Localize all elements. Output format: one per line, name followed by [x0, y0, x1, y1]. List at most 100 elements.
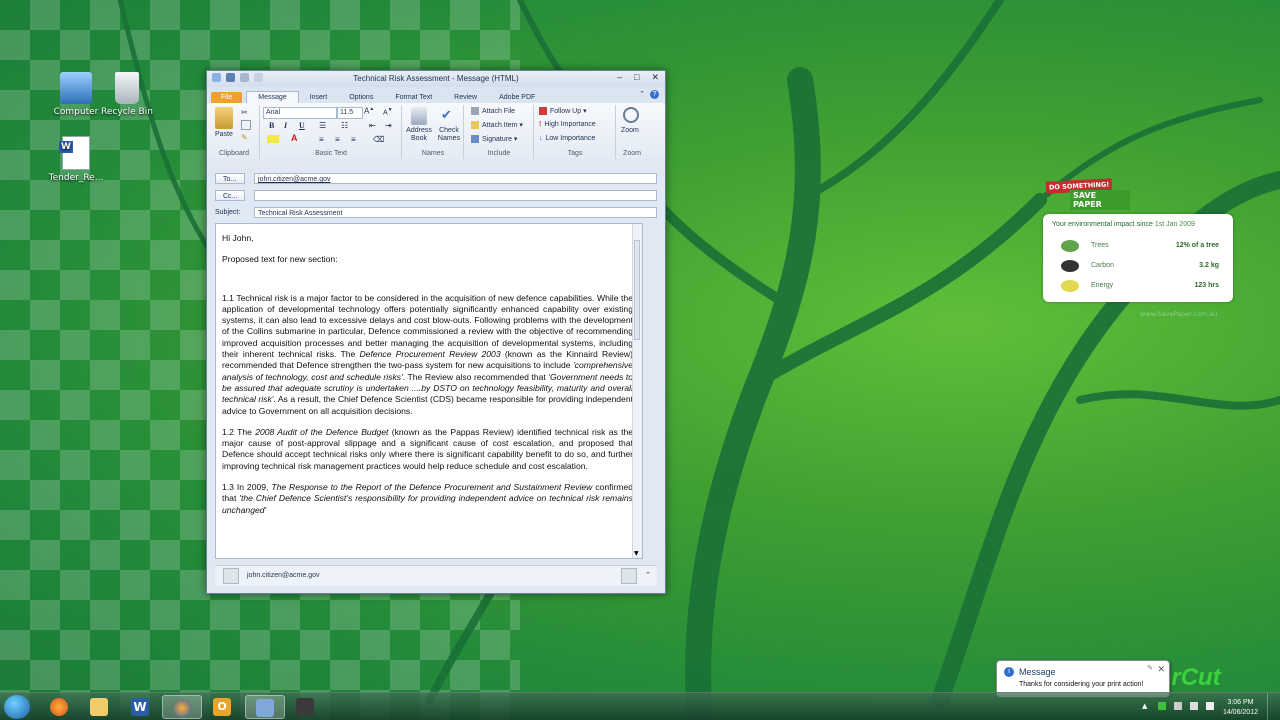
- tender-document-desktop-icon[interactable]: W Tender_Re...: [40, 136, 112, 183]
- signature-button[interactable]: Signature ▾: [471, 135, 517, 144]
- align-center-icon[interactable]: ≡: [335, 135, 340, 144]
- bullets-icon[interactable]: ☰: [319, 121, 326, 130]
- taskbar: W O ▲ 3:06 PM 14/06/2012: [0, 692, 1280, 720]
- bold-button[interactable]: B: [269, 121, 274, 130]
- carbon-value: 3.2 kg: [1199, 262, 1219, 269]
- increase-indent-icon[interactable]: ⇥: [385, 121, 392, 130]
- clipboard-group-label: Clipboard: [219, 150, 249, 157]
- taskbar-app[interactable]: [286, 695, 326, 719]
- attach-file-button[interactable]: Attach File: [471, 107, 515, 115]
- zoom-button[interactable]: Zoom: [621, 127, 639, 134]
- ribbon-tabs: File Message Insert Options Format Text …: [207, 87, 665, 103]
- tab-adobe-pdf[interactable]: Adobe PDF: [488, 92, 546, 103]
- people-pane-avatar: [621, 568, 637, 584]
- action-center-icon[interactable]: [1174, 702, 1182, 710]
- show-hidden-icons[interactable]: ▲: [1142, 702, 1150, 710]
- intro-line: Proposed text for new section:: [222, 254, 338, 265]
- envelope-icon: [471, 121, 479, 130]
- window-controls: – □ ✕: [617, 72, 659, 83]
- follow-up-button[interactable]: Follow Up ▾: [539, 107, 587, 116]
- papercut-tray-icon[interactable]: [1158, 702, 1166, 710]
- scroll-down-icon[interactable]: ▼: [634, 550, 639, 557]
- paragraph-1-3: 1.3 In 2009, The Response to the Report …: [222, 482, 633, 515]
- taskbar-explorer[interactable]: [80, 695, 120, 719]
- to-field[interactable]: john.citizen@acme.gov: [254, 173, 657, 184]
- subject-field[interactable]: Technical Risk Assessment: [254, 207, 657, 218]
- recycle-bin-desktop-icon[interactable]: Recycle Bin: [91, 72, 163, 117]
- tab-options[interactable]: Options: [338, 92, 384, 103]
- numbering-icon[interactable]: ☷: [341, 121, 348, 130]
- paste-button[interactable]: Paste: [215, 131, 233, 138]
- show-desktop-button[interactable]: [1267, 693, 1280, 720]
- magnifier-icon[interactable]: [623, 107, 639, 123]
- tab-message[interactable]: Message: [246, 91, 299, 103]
- paragraph-1-2: 1.2 The 2008 Audit of the Defence Budget…: [222, 426, 634, 471]
- close-icon[interactable]: ✕: [651, 72, 659, 83]
- cc-button[interactable]: Cc...: [215, 190, 245, 201]
- paste-icon[interactable]: [215, 107, 233, 129]
- low-importance-button[interactable]: ↓ Low Importance: [539, 135, 595, 142]
- check-names-button[interactable]: Check Names: [435, 127, 463, 143]
- title-bar: Technical Risk Assessment - Message (HTM…: [207, 71, 665, 87]
- widget-header: Your environmental impact since 1st Jan …: [1052, 221, 1195, 228]
- grow-font-icon[interactable]: A▲: [364, 106, 374, 116]
- save-paper-badge: DO SOMETHING! SAVE PAPER: [1045, 178, 1130, 210]
- check-names-icon[interactable]: ✔: [441, 107, 452, 123]
- taskbar-firefox[interactable]: [40, 695, 80, 719]
- expand-people-pane-icon[interactable]: ⌃: [645, 571, 651, 579]
- font-select[interactable]: Arial: [263, 107, 337, 119]
- clear-formatting-icon[interactable]: ⌫: [373, 135, 384, 144]
- font-color-icon[interactable]: A: [291, 133, 298, 143]
- volume-icon[interactable]: [1206, 702, 1214, 710]
- taskbar-browser[interactable]: [162, 695, 202, 719]
- body-scrollbar[interactable]: ▼: [632, 224, 642, 558]
- cc-field[interactable]: [254, 190, 657, 201]
- attach-item-button[interactable]: Attach Item ▾: [471, 121, 523, 130]
- paperclip-icon: [471, 107, 479, 115]
- underline-button[interactable]: U: [299, 121, 305, 130]
- include-group-label: Include: [487, 150, 511, 157]
- message-headers: To... john.citizen@acme.gov Cc... Subjec…: [207, 159, 665, 219]
- people-pane-contact[interactable]: john.citizen@acme.gov: [247, 572, 319, 579]
- italic-button[interactable]: I: [284, 121, 287, 130]
- taskbar-word[interactable]: W: [121, 695, 161, 719]
- cut-icon[interactable]: ✂: [241, 108, 248, 117]
- tab-format-text[interactable]: Format Text: [384, 92, 443, 103]
- highlight-icon[interactable]: [267, 135, 279, 143]
- clock[interactable]: 3:06 PM 14/06/2012: [1223, 698, 1258, 718]
- network-icon[interactable]: [1190, 702, 1198, 710]
- message-body[interactable]: Hi John, Proposed text for new section: …: [215, 223, 643, 559]
- high-importance-button[interactable]: ! High Importance: [539, 121, 596, 128]
- align-left-icon[interactable]: ≡: [319, 135, 324, 144]
- tab-insert[interactable]: Insert: [299, 92, 339, 103]
- scrollbar-thumb[interactable]: [634, 240, 640, 340]
- decrease-indent-icon[interactable]: ⇤: [369, 121, 376, 130]
- energy-label: Energy: [1091, 282, 1114, 289]
- address-book-button[interactable]: Address Book: [405, 127, 433, 143]
- align-right-icon[interactable]: ≡: [351, 135, 356, 144]
- minimize-ribbon-icon[interactable]: ⌃: [639, 90, 645, 98]
- widget-row-carbon: Carbon 3.2 kg: [1061, 259, 1219, 275]
- maximize-icon[interactable]: □: [634, 72, 639, 83]
- address-book-icon[interactable]: [411, 107, 427, 125]
- close-notification-icon[interactable]: ✕: [1157, 664, 1165, 675]
- notification-text: Thanks for considering your print action…: [1019, 681, 1144, 688]
- tab-file[interactable]: File: [211, 92, 243, 103]
- font-size-select[interactable]: 11.5: [337, 107, 363, 119]
- exclamation-icon: !: [539, 121, 542, 128]
- shrink-font-icon[interactable]: A▼: [383, 107, 393, 116]
- copy-icon[interactable]: [241, 120, 251, 130]
- taskbar-message-window[interactable]: [245, 695, 285, 719]
- tab-review[interactable]: Review: [443, 92, 488, 103]
- format-painter-icon[interactable]: ✎: [241, 133, 248, 142]
- widget-url[interactable]: www.SavePaper.com.au: [1140, 310, 1217, 318]
- pin-icon[interactable]: ✎: [1147, 664, 1153, 672]
- trees-value: 12% of a tree: [1175, 242, 1219, 249]
- start-button[interactable]: [4, 695, 30, 719]
- taskbar-outlook[interactable]: O: [203, 695, 243, 719]
- minimize-icon[interactable]: –: [617, 72, 622, 83]
- to-button[interactable]: To...: [215, 173, 245, 184]
- window-title: Technical Risk Assessment - Message (HTM…: [353, 74, 519, 83]
- include-group: Attach File Attach Item ▾ Signature ▾ In…: [465, 105, 534, 159]
- help-icon[interactable]: ?: [650, 90, 659, 99]
